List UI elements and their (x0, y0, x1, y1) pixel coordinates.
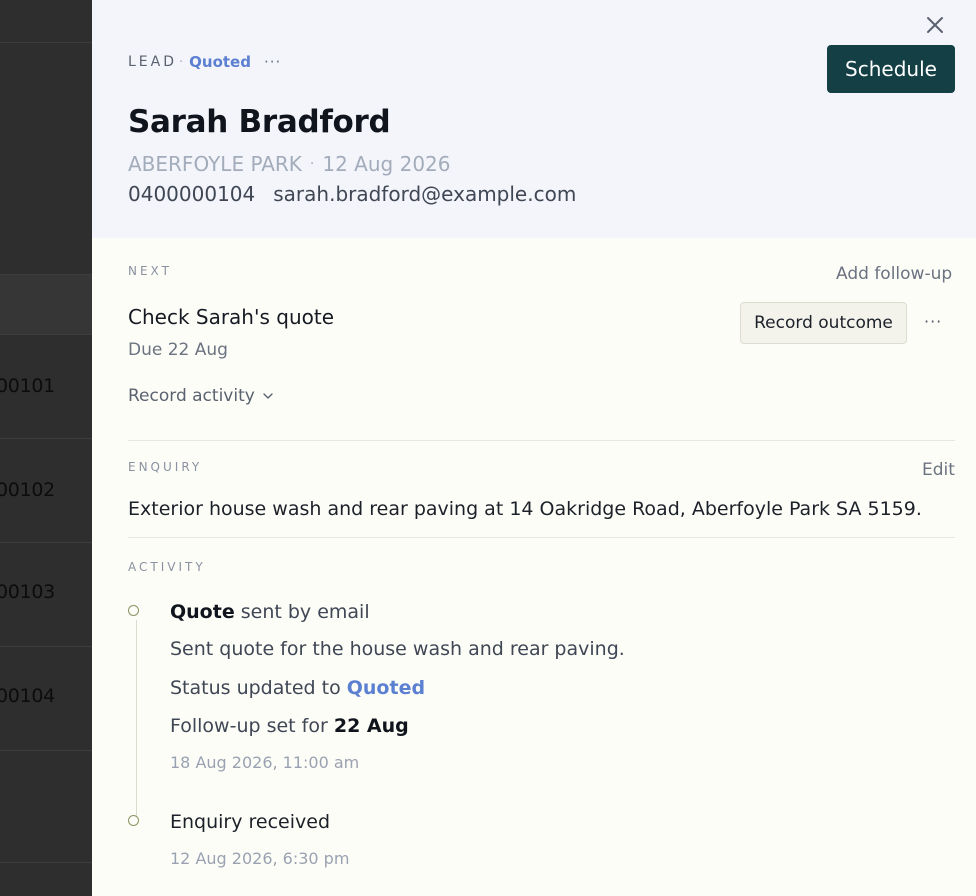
timeline-dot (128, 815, 139, 826)
task-due-date: Due 22 Aug (128, 340, 228, 360)
lead-drawer: LEAD · Quoted ··· Schedule Sarah Bradfor… (92, 0, 976, 896)
enquiry-section-label: ENQUIRY (128, 460, 203, 474)
record-activity-toggle[interactable]: Record activity (128, 386, 275, 406)
add-follow-up-link[interactable]: Add follow-up (836, 264, 952, 284)
record-activity-label: Record activity (128, 386, 255, 406)
background-row (0, 862, 92, 896)
divider (128, 537, 955, 538)
follow-up-value: 22 Aug (333, 715, 409, 737)
close-icon[interactable] (923, 13, 947, 37)
background-row (0, 750, 92, 862)
lead-contact: 0400000104 sarah.bradford@example.com (128, 182, 576, 206)
task-title: Check Sarah's quote (128, 305, 335, 329)
activity-timestamp: 12 Aug 2026, 6:30 pm (170, 849, 350, 868)
status-update-value: Quoted (346, 677, 426, 699)
activity-timestamp: 18 Aug 2026, 11:00 am (170, 753, 360, 772)
status-badge[interactable]: Quoted (189, 53, 251, 71)
next-section-label: NEXT (128, 264, 172, 278)
background-row-number: 00102 (0, 479, 55, 501)
lead-suburb: ABERFOYLE PARK (128, 152, 302, 176)
activity-title-bold: Quote (170, 601, 235, 623)
meta-separator: · (179, 54, 184, 70)
status-update-prefix: Status updated to (170, 677, 347, 699)
background-row: 00103 (0, 542, 92, 646)
timeline-line (136, 620, 137, 816)
background-list: 00101 00102 00103 00104 (0, 0, 92, 896)
task-ellipsis-icon[interactable]: ··· (924, 312, 942, 331)
ellipsis-icon[interactable]: ··· (264, 54, 281, 70)
background-row-number: 00104 (0, 685, 55, 707)
drawer-header: LEAD · Quoted ··· Schedule Sarah Bradfor… (92, 0, 976, 238)
schedule-button[interactable]: Schedule (827, 45, 955, 93)
follow-up-prefix: Follow-up set for (170, 715, 334, 737)
background-row-number: 00101 (0, 375, 55, 397)
activity-title: Quote sent by email (170, 601, 370, 623)
background-row (0, 42, 92, 274)
lead-label: LEAD (128, 54, 178, 70)
activity-title: Enquiry received (170, 811, 331, 833)
enquiry-text: Exterior house wash and rear paving at 1… (128, 498, 922, 520)
activity-follow-up: Follow-up set for 22 Aug (170, 715, 409, 737)
background-header-row (0, 274, 92, 334)
activity-title-rest: sent by email (234, 601, 370, 623)
timeline-dot (128, 605, 139, 616)
activity-section-label: ACTIVITY (128, 560, 206, 574)
lead-phone[interactable]: 0400000104 (128, 182, 255, 206)
record-outcome-button[interactable]: Record outcome (740, 302, 907, 344)
divider (128, 440, 955, 441)
lead-email[interactable]: sarah.bradford@example.com (273, 182, 576, 206)
activity-status-update: Status updated to Quoted (170, 677, 425, 699)
lead-name: Sarah Bradford (128, 104, 391, 140)
background-row: 00102 (0, 438, 92, 542)
chevron-down-icon (263, 393, 273, 399)
background-row: 00104 (0, 646, 92, 750)
lead-date: 12 Aug 2026 (322, 152, 451, 176)
edit-enquiry-link[interactable]: Edit (922, 460, 955, 480)
background-row: 00101 (0, 334, 92, 438)
lead-meta: LEAD · Quoted ··· (128, 52, 281, 72)
subtitle-separator: · (309, 156, 315, 172)
lead-subtitle: ABERFOYLE PARK · 12 Aug 2026 (128, 152, 451, 176)
activity-detail: Sent quote for the house wash and rear p… (170, 638, 625, 660)
background-row-number: 00103 (0, 581, 55, 603)
